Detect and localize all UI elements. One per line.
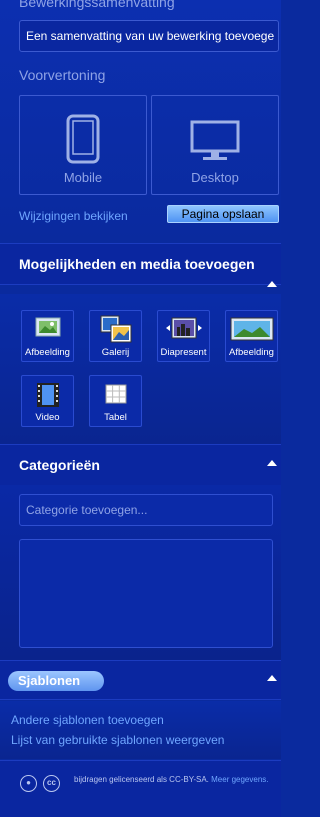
gallery-icon [100,315,131,343]
collapse-icon[interactable] [267,281,277,287]
media-item-video[interactable]: Video [21,375,74,427]
media-item-slideshow[interactable]: Diapresent [157,310,210,362]
templates-section-header[interactable]: Sjablonen [0,660,281,700]
mobile-preview-label: Mobile [63,170,103,185]
collapse-icon[interactable] [267,675,277,681]
preview-label: Voorvertoning [19,67,106,83]
edit-summary-label: Bewerkingssamenvatting [19,0,175,10]
templates-section-title: Sjablonen [8,671,104,691]
media-item-label: Galerij [101,347,130,358]
media-item-label: Diapresent [160,347,207,358]
video-icon [36,383,59,407]
panorama-image-icon [230,317,273,341]
save-page-button[interactable]: Pagina opslaan [167,205,279,223]
mobile-preview-button[interactable]: Mobile [19,95,147,195]
media-item-image[interactable]: Afbeelding [21,310,74,362]
media-item-label: Tabel [104,412,127,423]
media-section-title: Mogelijkheden en media toevoegen [19,256,255,272]
mobile-icon [66,114,100,164]
media-item-label: Video [35,412,60,423]
cc-by-icon: ● [20,775,37,792]
license-footer: ● cc bijdragen gelicenseerd als CC-BY-SA… [0,760,281,817]
templates-area [0,701,281,759]
media-item-table[interactable]: Tabel [89,375,142,427]
review-changes-link[interactable]: Wijzigingen bekijken [19,209,128,223]
desktop-preview-label: Desktop [191,170,239,185]
media-section-header[interactable]: Mogelijkheden en media toevoegen [0,243,281,287]
slideshow-icon [165,317,202,339]
category-input[interactable]: Categorie toevoegen... [19,494,273,526]
media-item-image-2[interactable]: Afbeelding [225,310,278,362]
media-item-gallery[interactable]: Galerij [89,310,142,362]
more-info-link[interactable]: Meer gegevens. [211,775,268,784]
table-icon [105,384,126,404]
categories-section-title: Categorieën [19,457,100,473]
categories-section-header[interactable]: Categorieën [0,444,281,486]
image-icon [35,317,60,337]
collapse-icon[interactable] [267,460,277,466]
add-templates-link[interactable]: Andere sjablonen toevoegen [11,713,164,727]
edit-summary-input[interactable]: Een samenvatting van uw bewerking toevoe… [19,20,279,52]
desktop-preview-button[interactable]: Desktop [151,95,279,195]
categories-list [19,539,273,648]
cc-icon: cc [43,775,60,792]
media-item-label: Afbeelding [229,347,274,358]
desktop-icon [190,120,240,160]
list-templates-link[interactable]: Lijst van gebruikte sjablonen weergeven [11,733,224,747]
license-text: bijdragen gelicenseerd als CC-BY-SA. [74,775,209,784]
license-text-block: bijdragen gelicenseerd als CC-BY-SA. Mee… [74,773,274,787]
media-item-label: Afbeelding [25,347,70,358]
